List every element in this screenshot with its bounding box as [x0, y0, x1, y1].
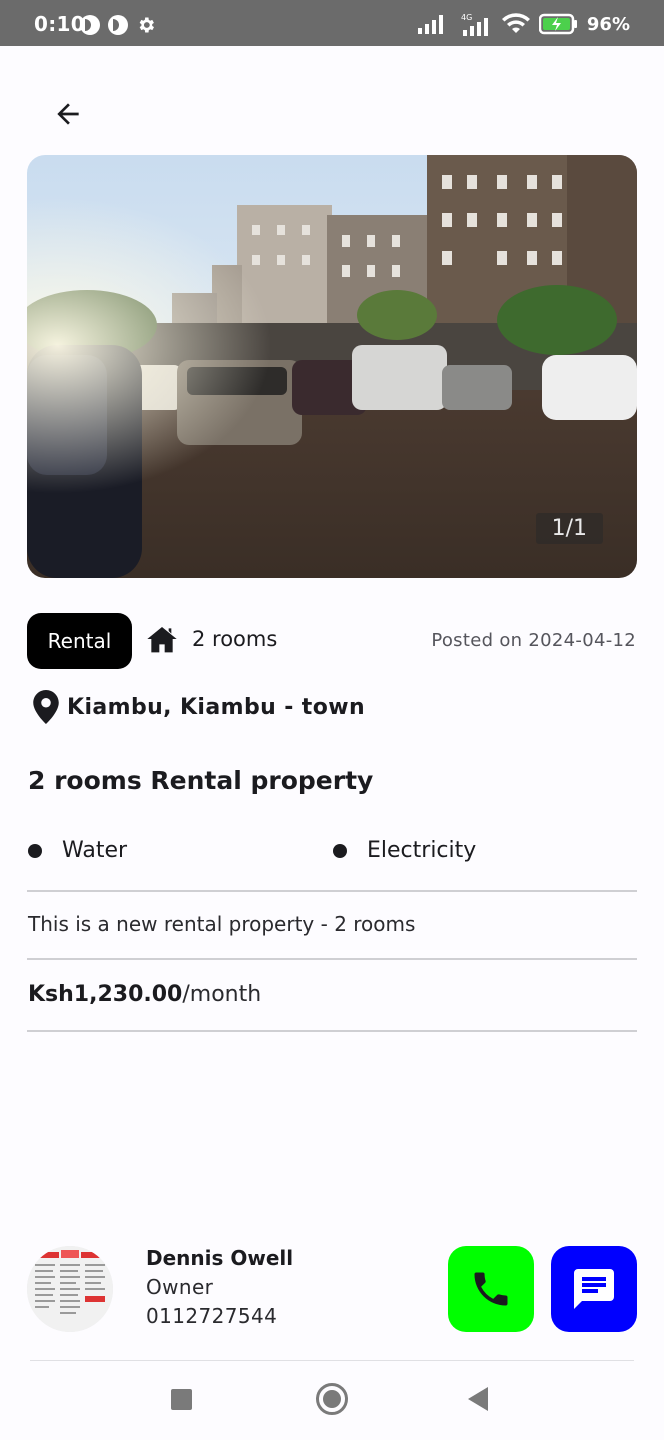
listing-price: Ksh1,230.00/month	[28, 982, 261, 1007]
call-button[interactable]	[448, 1246, 534, 1332]
arrow-left-icon	[57, 103, 79, 125]
gear-icon	[139, 17, 154, 33]
location-text: Kiambu, Kiambu - town	[67, 694, 366, 720]
owner-info: Dennis Owell Owner 0112727544	[146, 1246, 293, 1333]
image-counter: 1/1	[535, 513, 603, 544]
status-system-icons: 4G 96%	[417, 12, 630, 36]
signal-icon	[417, 15, 443, 34]
posted-date: Posted on 2024-04-12	[431, 630, 636, 651]
owner-avatar[interactable]	[27, 1246, 113, 1332]
location-pin-icon	[33, 690, 59, 724]
location-row: Kiambu, Kiambu - town	[33, 690, 365, 724]
house-icon	[147, 627, 177, 653]
amenity-item: Electricity	[333, 838, 476, 863]
chat-icon	[574, 1269, 614, 1309]
bullet-icon	[333, 843, 347, 858]
property-image-carousel[interactable]: 1/1	[27, 155, 637, 578]
notification-app-icon	[80, 15, 100, 35]
phone-icon	[474, 1272, 508, 1306]
status-bar: 0:10 4G 96%	[0, 0, 664, 46]
divider	[27, 1030, 637, 1032]
home-button[interactable]	[316, 1383, 348, 1415]
avatar-image	[27, 1246, 113, 1332]
listing-description: This is a new rental property - 2 rooms	[28, 912, 416, 936]
recent-apps-button[interactable]	[171, 1389, 192, 1410]
price-unit: /month	[182, 982, 262, 1007]
bullet-icon	[28, 843, 42, 858]
amenity-item: Water	[28, 838, 127, 863]
notification-app-icon-2	[108, 15, 128, 35]
system-navigation-bar	[0, 1361, 664, 1440]
wifi-icon	[501, 13, 530, 33]
message-button[interactable]	[551, 1246, 637, 1332]
status-notification-icons	[80, 15, 156, 35]
price-amount: Ksh1,230.00	[28, 982, 183, 1007]
network-type-label: 4G	[461, 13, 472, 22]
amenity-label: Electricity	[367, 838, 477, 863]
divider	[27, 890, 637, 892]
back-button[interactable]	[44, 94, 92, 134]
amenity-label: Water	[62, 838, 128, 863]
status-time: 0:10	[34, 12, 85, 36]
owner-phone: 0112727544	[146, 1304, 278, 1328]
battery-percentage: 96%	[586, 13, 630, 35]
listing-type-chip: Rental	[27, 613, 132, 669]
listing-title: 2 rooms Rental property	[28, 766, 374, 795]
signal-4g-icon: 4G	[461, 13, 488, 36]
rooms-info: 2 rooms	[146, 624, 277, 654]
divider	[27, 958, 637, 960]
owner-name: Dennis Owell	[146, 1246, 294, 1270]
battery-charging-icon	[538, 13, 577, 35]
owner-role: Owner	[146, 1275, 214, 1299]
rooms-count: 2 rooms	[192, 627, 278, 651]
amenities-list: Water Electricity	[28, 838, 637, 878]
system-back-button[interactable]	[468, 1387, 488, 1411]
